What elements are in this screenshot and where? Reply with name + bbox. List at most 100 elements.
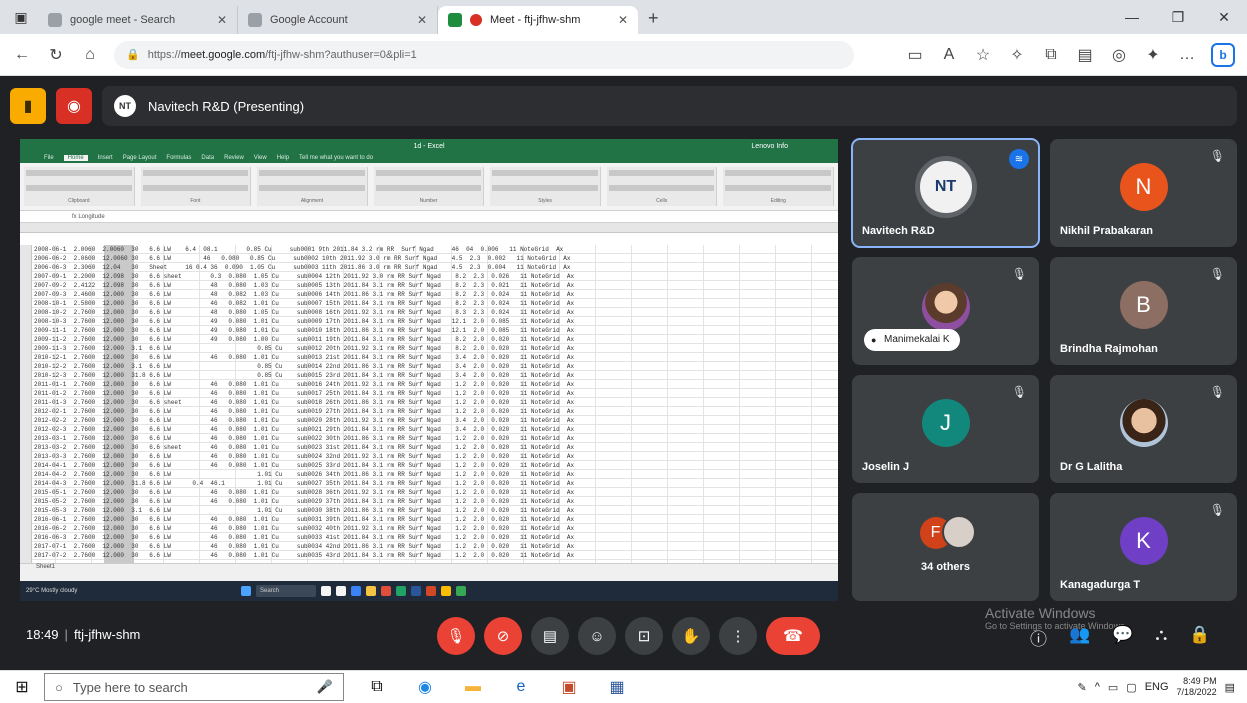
participant-avatar: N (1119, 163, 1168, 211)
extensions-icon[interactable]: ✧ (1007, 45, 1027, 65)
excel-menu-file[interactable]: File (44, 155, 54, 161)
tab-google-search[interactable]: google meet - Search ✕ (38, 6, 238, 34)
file-explorer-icon[interactable]: ▬ (460, 675, 486, 699)
excel-menu-review[interactable]: Review (224, 155, 244, 161)
spreadsheet-grid[interactable]: 2008-06-1 2.0060 2.0060 30 6.6 LW 6.4 08… (20, 245, 838, 563)
refresh-icon[interactable]: ↻ (46, 45, 66, 65)
chevron-up-icon[interactable]: ^ (1095, 681, 1100, 693)
host-controls-icon[interactable]: 🔒 (1189, 625, 1210, 650)
activities-icon[interactable]: ⛬ (1155, 625, 1167, 650)
camera-off-button[interactable]: ⊘ (484, 617, 522, 655)
split-screen-icon[interactable]: ⧉ (1041, 46, 1061, 64)
back-icon[interactable]: ← (12, 46, 32, 64)
ribbon-group[interactable]: Cells (606, 167, 718, 206)
excel-menu-formulas[interactable]: Formulas (166, 155, 191, 161)
participant-tile[interactable]: N 🎙 Nikhil Prabakaran (1050, 139, 1237, 247)
participant-tile[interactable]: NT ≋ Navitech R&D (851, 138, 1040, 248)
info-icon: ▮ (23, 98, 33, 115)
address-bar[interactable]: 🔒 https://meet.google.com/ftj-jfhw-shm?a… (114, 40, 854, 69)
table-row: 2008-10-1 2.5800 12.000 30 6.6 LW 46 0.0… (34, 300, 575, 307)
excel-menu-help[interactable]: Help (277, 155, 289, 161)
ribbon-group[interactable]: Styles (490, 167, 601, 206)
formula-bar[interactable]: fx Longitude (20, 211, 838, 223)
taskbar-clock[interactable]: 8:49 PM 7/18/2022 (1177, 676, 1217, 698)
excel-status-bar (20, 573, 838, 581)
ribbon-group-label: Font (190, 198, 201, 204)
read-aloud-icon[interactable]: A (939, 46, 959, 64)
raise-hand-button[interactable]: ✋ (672, 617, 710, 655)
present-button[interactable]: ⊡ (625, 617, 663, 655)
taskbar-apps: ⧉ ◉ ▬ e ▣ ▦ (364, 675, 630, 699)
table-row: 2013-03-1 2.7600 12.000 30 6.6 LW 46 0.0… (34, 435, 575, 442)
others-tile[interactable]: F 34 others (852, 493, 1039, 601)
table-row: 2015-05-2 2.7600 12.000 30 6.6 LW 46 0.0… (34, 498, 575, 505)
captions-button[interactable]: ▤ (531, 617, 569, 655)
table-row: 2010-12-3 2.7600 12.000 31.8 6.6 LW 0.85… (34, 372, 575, 379)
tab-close-icon[interactable]: ✕ (217, 13, 227, 27)
notification-icon[interactable]: ▤ (1225, 681, 1235, 694)
sheet-tab[interactable]: Sheet1 (36, 564, 55, 570)
battery-icon[interactable]: ▭ (1108, 681, 1118, 694)
extension-puzzle-icon[interactable]: ✦ (1143, 45, 1163, 65)
people-icon[interactable]: 👥 (1069, 625, 1090, 650)
recording-button[interactable]: ◉ (56, 88, 92, 124)
mic-off-button[interactable]: 🎙 (437, 617, 475, 655)
excel-menu-view[interactable]: View (254, 155, 267, 161)
profile-avatar[interactable]: b (1211, 42, 1235, 67)
excel-menu-insert[interactable]: Insert (98, 155, 113, 161)
favorite-star-icon[interactable]: ☆ (973, 45, 993, 65)
emoji-button[interactable]: ☺ (578, 617, 616, 655)
participant-tile[interactable]: 🎙 ● Manimekalai K (852, 257, 1039, 365)
tab-google-account[interactable]: Google Account ✕ (238, 6, 438, 34)
camera-icon[interactable]: ▭ (905, 45, 925, 65)
ribbon-group[interactable]: Font (140, 167, 252, 206)
people-tray-icon[interactable]: ✎ (1078, 681, 1087, 694)
chat-icon[interactable]: 💬 (1112, 625, 1133, 650)
collections-icon[interactable]: ▤ (1075, 45, 1095, 65)
excel-menu-page-layout[interactable]: Page Layout (123, 155, 157, 161)
tab-close-icon[interactable]: ✕ (417, 13, 427, 27)
tab-google-meet[interactable]: Meet - ftj-jfhw-shm ✕ (438, 6, 638, 34)
shield-icon[interactable]: ◎ (1109, 45, 1129, 65)
ribbon-group[interactable]: Number (373, 167, 485, 206)
internet-explorer-icon[interactable]: e (508, 675, 534, 699)
presenting-banner[interactable]: NT Navitech R&D (Presenting) (102, 86, 1237, 126)
window-menu-icon[interactable]: ▣ (10, 6, 32, 28)
excel-menu-data[interactable]: Data (201, 155, 214, 161)
meeting-details-button[interactable]: ▮ (10, 88, 46, 124)
ribbon-group[interactable]: Clipboard (24, 167, 135, 206)
microphone-icon[interactable]: 🎤 (317, 679, 333, 695)
excel-tell-me[interactable]: Tell me what you want to do (299, 155, 373, 161)
participant-tile[interactable]: J 🎙 Joselin J (852, 375, 1039, 483)
language-indicator[interactable]: ENG (1145, 681, 1169, 693)
more-icon[interactable]: … (1177, 46, 1197, 64)
network-icon[interactable]: ▢ (1126, 681, 1136, 694)
mic-off-icon: 🎙 (1011, 385, 1027, 399)
presenter-avatar: NT (114, 95, 136, 117)
app-icon[interactable]: ▦ (604, 675, 630, 699)
task-view-icon[interactable]: ⧉ (364, 675, 390, 699)
tab-close-icon[interactable]: ✕ (618, 13, 628, 27)
windows-search-box[interactable]: ○ Type here to search 🎤 (44, 673, 344, 701)
edge-browser-icon[interactable]: ◉ (412, 675, 438, 699)
info-icon[interactable]: ⓘ (1030, 625, 1047, 650)
ribbon-group[interactable]: Alignment (257, 167, 368, 206)
windows-start-icon[interactable]: ⊞ (0, 677, 44, 697)
close-window-icon[interactable]: ✕ (1201, 9, 1247, 26)
participant-tile[interactable]: K 🎙 Kanagadurga T (1050, 493, 1237, 601)
minimize-icon[interactable]: — (1109, 9, 1155, 25)
restore-icon[interactable]: ❐ (1155, 9, 1201, 26)
table-row: 2009-11-2 2.7600 12.000 30 6.6 LW 49 0.0… (34, 336, 575, 343)
meet-top-bar: ▮ ◉ NT Navitech R&D (Presenting) (10, 84, 1237, 128)
ribbon-group[interactable]: Editing (723, 167, 835, 206)
more-options-button[interactable]: ⋮ (719, 617, 757, 655)
new-tab-button[interactable]: + (648, 8, 659, 29)
home-icon[interactable]: ⌂ (80, 46, 100, 64)
chrome-icon (441, 586, 451, 596)
participant-tile[interactable]: B 🎙 Brindha Rajmohan (1050, 257, 1237, 365)
app-icon[interactable]: ▣ (556, 675, 582, 699)
leave-call-button[interactable]: ☎ (766, 617, 820, 655)
participant-tile[interactable]: 🎙 Dr G Lalitha (1050, 375, 1237, 483)
table-row: 2015-05-3 2.7600 12.000 3.1 6.6 LW 1.01 … (34, 507, 575, 514)
excel-menu-home[interactable]: Home (63, 155, 88, 161)
